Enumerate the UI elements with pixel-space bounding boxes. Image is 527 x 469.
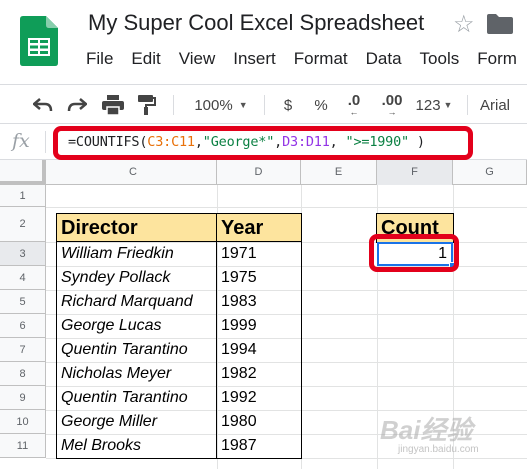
row-header-3[interactable]: 3 [0, 242, 46, 266]
gridline [46, 458, 527, 459]
decrease-decimal-label: .0 [347, 92, 361, 109]
formula-range-c: C3:C11 [147, 134, 195, 150]
formula-divider [45, 131, 46, 153]
formula-comma: , [274, 134, 283, 150]
more-formats-label: 123 [415, 96, 441, 114]
formula-criteria-1: "George*" [202, 134, 275, 150]
decrease-decimal-button[interactable]: .0 ← [342, 85, 366, 125]
menu-insert[interactable]: Insert [233, 49, 284, 69]
cell-year[interactable]: 1982 [217, 362, 301, 386]
cell-year[interactable]: 1999 [217, 314, 301, 338]
cell-director[interactable]: George Lucas [57, 314, 217, 338]
toolbar: 100% ▼ $ % .0 ← .00 → 123 ▼ Arial [0, 84, 527, 124]
star-icon[interactable]: ☆ [453, 10, 475, 39]
row-header-5[interactable]: 5 [0, 290, 46, 314]
toolbar-divider [467, 95, 468, 115]
cell-director[interactable]: Syndey Pollack [57, 266, 217, 290]
cell-year[interactable]: 1992 [217, 386, 301, 410]
increase-decimal-button[interactable]: .00 → [378, 85, 406, 125]
menu-file[interactable]: File [86, 49, 121, 69]
font-label: Arial [480, 96, 511, 114]
currency-label: $ [283, 96, 293, 114]
menu-data[interactable]: Data [366, 49, 410, 69]
menu-format[interactable]: Format [294, 49, 356, 69]
row-header-7[interactable]: 7 [0, 338, 46, 362]
gridline [301, 185, 302, 469]
row-header-9[interactable]: 9 [0, 386, 46, 410]
arrow-right-icon: → [387, 107, 397, 117]
formula-range-d: D3:D11 [282, 134, 330, 150]
menu-tools[interactable]: Tools [420, 49, 468, 69]
menu-edit[interactable]: Edit [131, 49, 168, 69]
row-header-6[interactable]: 6 [0, 314, 46, 338]
formula-comma: , [194, 134, 203, 150]
increase-decimal-label: .00 [381, 92, 403, 109]
formula-input[interactable]: =COUNTIFS(C3:C11,"George*",D3:D11, ">=19… [68, 134, 425, 150]
cell-year[interactable]: 1994 [217, 338, 301, 362]
cell-year[interactable]: 1971 [217, 242, 301, 266]
more-formats-select[interactable]: 123 ▼ [412, 85, 456, 125]
cell-director[interactable]: George Miller [57, 410, 217, 434]
formula-criteria-2: ">=1990" [345, 134, 410, 150]
print-icon[interactable] [100, 85, 126, 125]
column-header-d[interactable]: D [217, 160, 301, 185]
cell-year[interactable]: 1987 [217, 434, 301, 458]
toolbar-divider [173, 95, 174, 115]
cell-f3-count-result[interactable]: 1 [377, 242, 453, 266]
formula-function: =COUNTIFS( [68, 134, 148, 150]
cell-director[interactable]: Quentin Tarantino [57, 338, 217, 362]
formula-comma: , [329, 134, 346, 150]
fill-handle[interactable] [449, 262, 455, 268]
menu-form[interactable]: Form [477, 49, 525, 69]
chevron-down-icon: ▼ [443, 100, 453, 110]
menu-bar: File Edit View Insert Format Data Tools … [86, 49, 527, 69]
cell-f2-count-header[interactable]: Count [377, 214, 453, 242]
column-header-e[interactable]: E [301, 160, 377, 185]
cell-c2-director-header[interactable]: Director [57, 214, 217, 242]
chevron-down-icon: ▼ [238, 100, 248, 110]
cell-director[interactable]: Richard Marquand [57, 290, 217, 314]
gridline [453, 185, 454, 469]
cell-director[interactable]: William Friedkin [57, 242, 217, 266]
cell-director[interactable]: Mel Brooks [57, 434, 217, 458]
cell-year[interactable]: 1983 [217, 290, 301, 314]
paint-format-icon[interactable] [135, 85, 159, 125]
zoom-value: 100% [194, 96, 233, 114]
percent-button[interactable]: % [311, 85, 331, 125]
menu-view[interactable]: View [179, 49, 224, 69]
formula-bar: fx =COUNTIFS(C3:C11,"George*",D3:D11, ">… [0, 125, 527, 160]
row-header-2[interactable]: 2 [0, 207, 46, 242]
toolbar-divider [264, 95, 265, 115]
formula-close: ) [408, 134, 425, 150]
row-header-1[interactable]: 1 [0, 185, 46, 207]
redo-icon[interactable] [64, 85, 90, 125]
cell-year[interactable]: 1975 [217, 266, 301, 290]
folder-icon[interactable] [487, 14, 513, 34]
fx-icon: fx [12, 130, 30, 152]
cell-director[interactable]: Quentin Tarantino [57, 386, 217, 410]
undo-icon[interactable] [30, 85, 56, 125]
column-header-c[interactable]: C [50, 160, 217, 185]
row-header-11[interactable]: 11 [0, 434, 46, 458]
cell-director[interactable]: Nicholas Meyer [57, 362, 217, 386]
select-all-corner[interactable] [0, 160, 46, 185]
sheets-logo-icon[interactable] [20, 16, 58, 66]
cell-year[interactable]: 1980 [217, 410, 301, 434]
currency-button[interactable]: $ [278, 85, 298, 125]
font-select[interactable]: Arial [480, 85, 520, 125]
document-title[interactable]: My Super Cool Excel Spreadsheet [88, 10, 424, 36]
column-header-f[interactable]: F [377, 160, 453, 185]
row-header-10[interactable]: 10 [0, 410, 46, 434]
column-header-g[interactable]: G [453, 160, 527, 185]
row-header-8[interactable]: 8 [0, 362, 46, 386]
cell-d2-year-header[interactable]: Year [217, 214, 301, 242]
row-header-4[interactable]: 4 [0, 266, 46, 290]
arrow-left-icon: ← [349, 107, 359, 117]
spreadsheet-grid: C D E F G 1 2 3 4 5 6 7 8 9 10 11 Direct… [0, 160, 527, 469]
zoom-select[interactable]: 100% ▼ [186, 85, 256, 125]
percent-label: % [314, 96, 328, 114]
gridline [46, 207, 527, 208]
